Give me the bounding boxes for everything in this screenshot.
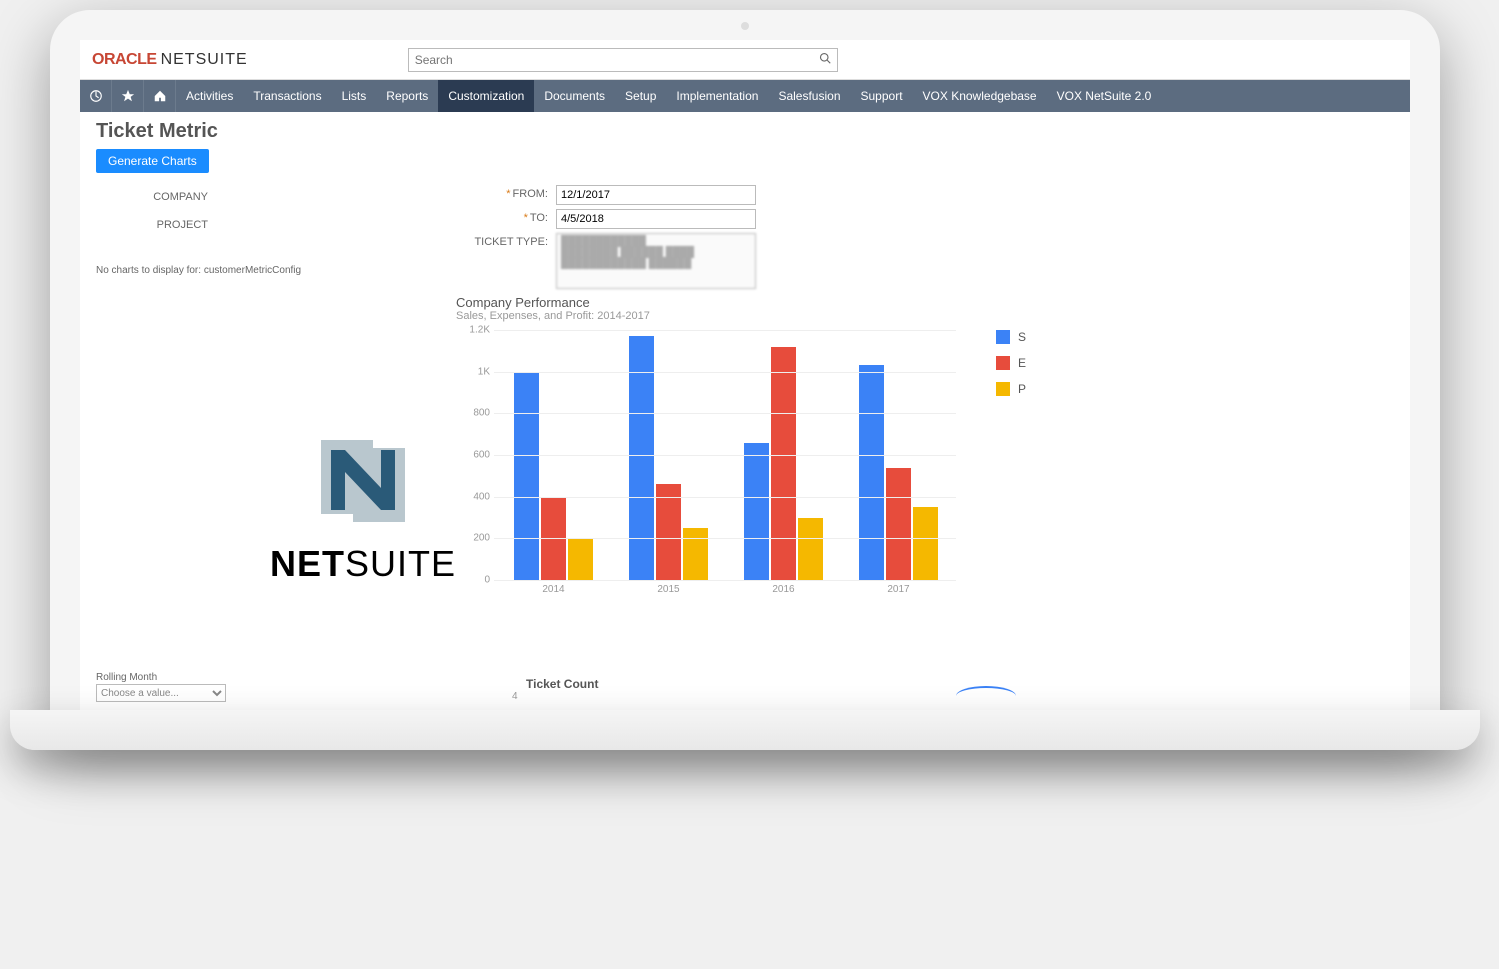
rolling-month-select[interactable]: Choose a value... xyxy=(96,684,226,702)
nav-activities[interactable]: Activities xyxy=(176,80,243,112)
to-input[interactable] xyxy=(556,209,756,229)
rolling-month-label: Rolling Month xyxy=(96,672,226,683)
ticket-type-label: TICKET TYPE: xyxy=(456,233,556,248)
ticket-count-ytick: 4 xyxy=(512,691,598,702)
ticket-count-title: Ticket Count xyxy=(526,677,598,691)
bar-s xyxy=(744,443,769,581)
y-tick: 1K xyxy=(478,366,490,377)
bar-e xyxy=(771,347,796,580)
legend-swatch-icon xyxy=(996,356,1010,370)
brand-logo: ORACLE NETSUITE xyxy=(92,51,248,69)
y-tick: 400 xyxy=(473,491,490,502)
generate-charts-button[interactable]: Generate Charts xyxy=(96,149,209,173)
x-label: 2016 xyxy=(744,584,824,595)
to-label: *TO: xyxy=(456,209,556,224)
bar-group xyxy=(744,347,823,580)
from-input[interactable] xyxy=(556,185,756,205)
bar-s xyxy=(859,365,884,580)
x-label: 2015 xyxy=(629,584,709,595)
header-bar: ORACLE NETSUITE xyxy=(80,40,1410,80)
laptop-base xyxy=(10,710,1480,750)
chart-title: Company Performance xyxy=(456,295,1394,310)
star-icon[interactable] xyxy=(112,80,144,112)
chart-plot: 02004006008001K1.2K 2014201520162017 xyxy=(456,330,956,600)
no-charts-message: No charts to display for: customerMetric… xyxy=(96,265,456,276)
oracle-word: ORACLE xyxy=(92,51,157,69)
nav-transactions[interactable]: Transactions xyxy=(243,80,331,112)
y-tick: 800 xyxy=(473,408,490,419)
legend-label: S xyxy=(1018,330,1026,344)
bar-p xyxy=(568,538,593,580)
ticket-type-list[interactable]: ████████████████████ ██████ ████████████… xyxy=(556,233,756,289)
legend-label: P xyxy=(1018,382,1026,396)
from-label: *FROM: xyxy=(456,185,556,200)
chart-legend: SEP xyxy=(996,330,1026,600)
bar-group xyxy=(859,365,938,580)
legend-swatch-icon xyxy=(996,382,1010,396)
home-icon[interactable] xyxy=(144,80,176,112)
search-box[interactable] xyxy=(408,48,838,72)
bar-group xyxy=(629,336,708,580)
bar-group xyxy=(514,372,593,580)
history-icon[interactable] xyxy=(80,80,112,112)
y-tick: 600 xyxy=(473,450,490,461)
y-tick: 1.2K xyxy=(469,325,490,336)
nav-bar: ActivitiesTransactionsListsReportsCustom… xyxy=(80,80,1410,112)
netsuite-word: NETSUITE xyxy=(161,51,248,69)
nav-salesfusion[interactable]: Salesfusion xyxy=(768,80,850,112)
netsuite-overlay-logo: NETSUITE xyxy=(270,430,456,585)
company-label: COMPANY xyxy=(96,185,216,209)
nav-customization[interactable]: Customization xyxy=(438,80,534,112)
footer-row: Rolling Month Choose a value... Ticket C… xyxy=(96,672,1394,703)
legend-swatch-icon xyxy=(996,330,1010,344)
nav-vox-netsuite-2.0[interactable]: VOX NetSuite 2.0 xyxy=(1047,80,1162,112)
screen: ORACLE NETSUITE ActivitiesTransactionsLi… xyxy=(80,40,1410,710)
nav-setup[interactable]: Setup xyxy=(615,80,666,112)
legend-item: E xyxy=(996,356,1026,370)
bar-s xyxy=(629,336,654,580)
bar-s xyxy=(514,372,539,580)
project-label: PROJECT xyxy=(96,213,216,237)
y-tick: 200 xyxy=(473,533,490,544)
bar-e xyxy=(656,484,681,580)
x-label: 2017 xyxy=(859,584,939,595)
bar-p xyxy=(683,528,708,580)
bar-p xyxy=(798,518,823,581)
bar-p xyxy=(913,507,938,580)
ticket-count-chart-preview xyxy=(656,686,1156,696)
legend-label: E xyxy=(1018,356,1026,370)
search-input[interactable] xyxy=(415,53,819,67)
chart-subtitle: Sales, Expenses, and Profit: 2014-2017 xyxy=(456,310,1394,322)
search-icon[interactable] xyxy=(819,52,831,67)
nav-support[interactable]: Support xyxy=(851,80,913,112)
nav-documents[interactable]: Documents xyxy=(534,80,615,112)
legend-item: S xyxy=(996,330,1026,344)
nav-reports[interactable]: Reports xyxy=(376,80,438,112)
page-title: Ticket Metric xyxy=(96,120,1394,143)
nav-lists[interactable]: Lists xyxy=(332,80,377,112)
bar-e xyxy=(886,468,911,581)
nav-implementation[interactable]: Implementation xyxy=(666,80,768,112)
camera-dot xyxy=(741,22,749,30)
x-label: 2014 xyxy=(514,584,594,595)
nav-vox-knowledgebase[interactable]: VOX Knowledgebase xyxy=(913,80,1047,112)
y-tick: 0 xyxy=(484,575,490,586)
legend-item: P xyxy=(996,382,1026,396)
